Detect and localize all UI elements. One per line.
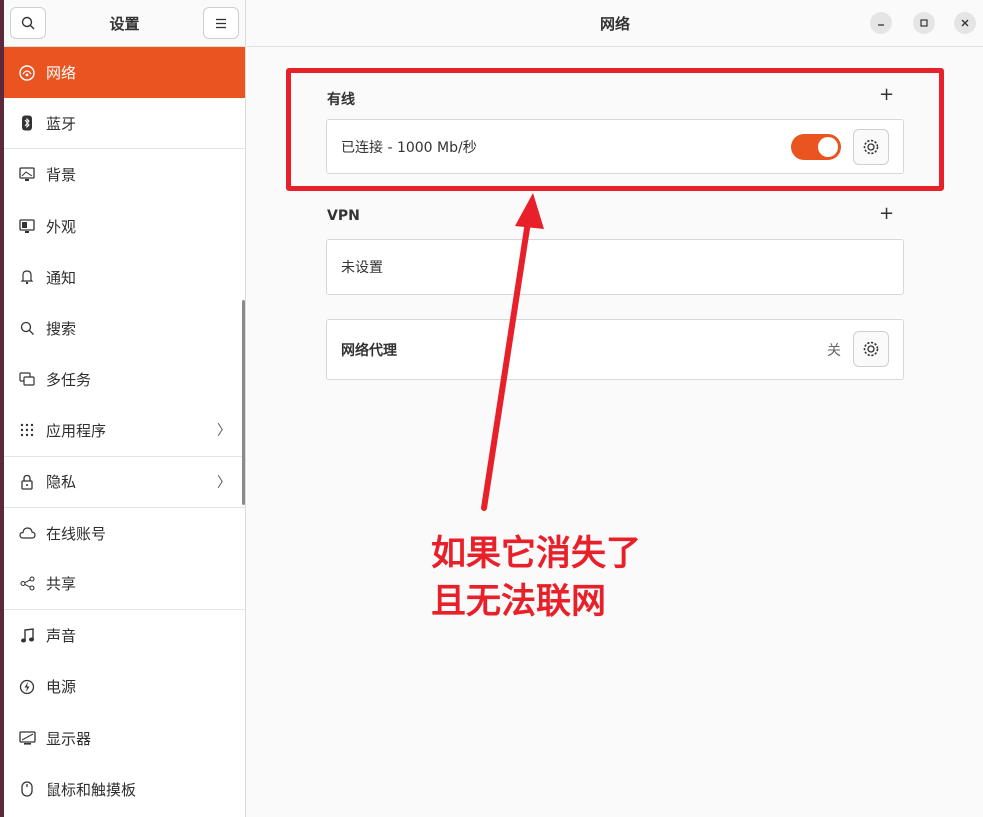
- sidebar-item-multitasking[interactable]: 多任务: [4, 354, 245, 405]
- sidebar-item-privacy[interactable]: 隐私 〉: [4, 457, 245, 508]
- display-icon: [18, 729, 36, 747]
- add-wired-button[interactable]: +: [879, 86, 894, 104]
- vpn-row: 未设置: [326, 239, 904, 295]
- music-note-icon: [18, 627, 36, 645]
- cloud-icon: [18, 524, 36, 542]
- annotation-text: 如果它消失了 且无法联网: [431, 530, 641, 626]
- search-icon: [18, 320, 36, 338]
- network-icon: [18, 64, 36, 82]
- sidebar-item-network[interactable]: 网络: [4, 47, 245, 99]
- sidebar-item-label: 鼠标和触摸板: [46, 780, 137, 799]
- settings-window: 设置 网络 蓝牙 背景 外观 通知 搜索 多任务 应用程序 〉 隐私 〉 在线账…: [4, 0, 983, 817]
- main-panel: 网络 有线 + 已连接 - 1000 Mb/秒 VPN + 未设置 网络代理 关…: [247, 0, 983, 817]
- apps-grid-icon: [18, 421, 36, 439]
- vpn-section-label: VPN: [327, 208, 360, 224]
- sidebar-title: 设置: [109, 14, 140, 33]
- wired-toggle[interactable]: [791, 134, 841, 160]
- sidebar-item-label: 显示器: [46, 729, 92, 748]
- search-icon: [21, 16, 35, 30]
- sidebar-item-appearance[interactable]: 外观: [4, 201, 245, 252]
- sidebar-item-label: 多任务: [46, 371, 92, 390]
- close-button[interactable]: [954, 12, 976, 34]
- sidebar-item-power[interactable]: 电源: [4, 661, 245, 712]
- sidebar-item-label: 背景: [46, 166, 77, 185]
- proxy-settings-button[interactable]: [853, 331, 889, 367]
- wired-section-label: 有线: [327, 92, 355, 108]
- sidebar-item-apps[interactable]: 应用程序 〉: [4, 405, 245, 457]
- sidebar-item-sharing[interactable]: 共享: [4, 559, 245, 611]
- vpn-status: 未设置: [341, 260, 383, 276]
- sidebar-item-mouse[interactable]: 鼠标和触摸板: [4, 764, 245, 815]
- multitasking-icon: [18, 371, 36, 389]
- minimize-button[interactable]: [870, 12, 892, 34]
- background-icon: [18, 166, 36, 184]
- maximize-icon: [920, 19, 928, 27]
- sidebar-item-label: 网络: [46, 64, 77, 83]
- toggle-knob: [818, 137, 838, 157]
- wired-settings-button[interactable]: [853, 129, 889, 165]
- gear-icon: [863, 341, 879, 357]
- sidebar-item-label: 蓝牙: [46, 114, 77, 133]
- mouse-icon: [18, 780, 36, 798]
- close-icon: [961, 19, 969, 27]
- chevron-right-icon: 〉: [217, 474, 231, 491]
- minimize-icon: [878, 24, 884, 26]
- header-bar: 网络: [247, 0, 983, 47]
- sidebar-item-notifications[interactable]: 通知: [4, 252, 245, 303]
- sidebar-item-label: 隐私: [46, 473, 77, 492]
- maximize-button[interactable]: [913, 12, 935, 34]
- power-icon: [18, 678, 36, 696]
- sidebar-item-sound[interactable]: 声音: [4, 610, 245, 661]
- sidebar-item-label: 应用程序: [46, 421, 107, 440]
- add-vpn-button[interactable]: +: [879, 205, 894, 223]
- menu-button[interactable]: [202, 7, 239, 39]
- wired-connection-row: 已连接 - 1000 Mb/秒: [326, 119, 904, 174]
- annotation-line-2: 且无法联网: [431, 582, 607, 622]
- wired-status: 已连接 - 1000 Mb/秒: [341, 139, 477, 156]
- sidebar-item-background[interactable]: 背景: [4, 149, 245, 200]
- search-button[interactable]: [10, 7, 46, 39]
- gear-icon: [863, 139, 879, 155]
- sidebar-item-label: 共享: [46, 575, 77, 594]
- lock-icon: [18, 473, 36, 491]
- sidebar-item-label: 声音: [46, 627, 77, 646]
- sidebar-item-label: 通知: [46, 268, 77, 287]
- appearance-icon: [18, 217, 36, 235]
- network-proxy-row[interactable]: 网络代理 关: [326, 319, 904, 380]
- share-icon: [18, 575, 36, 593]
- sidebar-item-displays[interactable]: 显示器: [4, 712, 245, 763]
- sidebar-item-label: 搜索: [46, 320, 77, 339]
- sidebar-item-label: 电源: [46, 678, 77, 697]
- sidebar: 设置 网络 蓝牙 背景 外观 通知 搜索 多任务 应用程序 〉 隐私 〉 在线账…: [4, 0, 246, 817]
- sidebar-item-bluetooth[interactable]: 蓝牙: [4, 98, 245, 150]
- bell-icon: [18, 268, 36, 286]
- sidebar-item-search[interactable]: 搜索: [4, 303, 245, 354]
- proxy-state: 关: [827, 342, 841, 359]
- hamburger-menu-icon: [215, 18, 226, 28]
- sidebar-header: 设置: [4, 0, 245, 47]
- sidebar-item-label: 外观: [46, 217, 77, 236]
- sidebar-nav: 网络 蓝牙 背景 外观 通知 搜索 多任务 应用程序 〉 隐私 〉 在线账号 共…: [4, 47, 245, 815]
- bluetooth-icon: [18, 114, 36, 132]
- annotation-line-1: 如果它消失了: [431, 534, 642, 574]
- sidebar-scrollbar[interactable]: [242, 300, 245, 505]
- sidebar-item-label: 在线账号: [46, 524, 107, 543]
- page-title: 网络: [599, 14, 630, 33]
- sidebar-item-online-accounts[interactable]: 在线账号: [4, 508, 245, 559]
- proxy-label: 网络代理: [341, 342, 397, 359]
- chevron-right-icon: 〉: [217, 423, 231, 440]
